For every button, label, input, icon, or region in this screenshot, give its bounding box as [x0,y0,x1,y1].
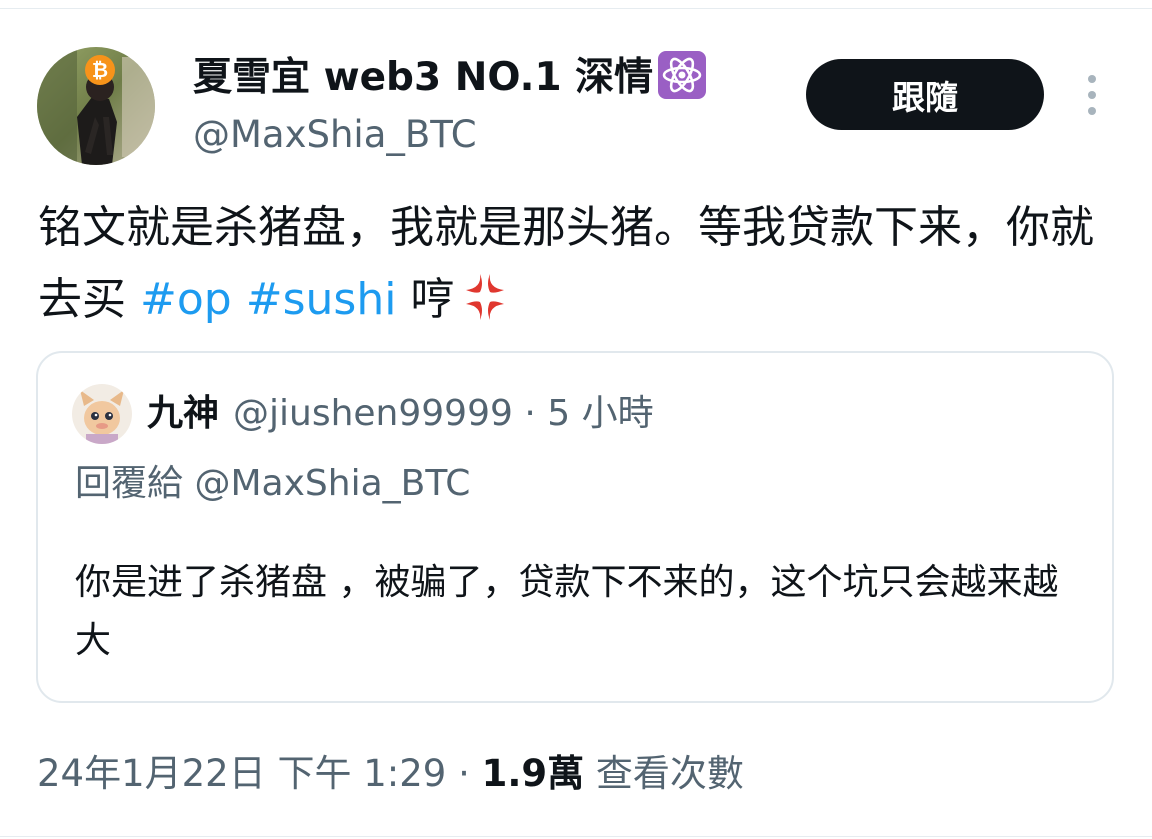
quoted-tweet-time[interactable]: 5 小時 [547,393,653,434]
reply-to-line: 回覆給 @MaxShia_BTC [75,458,470,510]
author-avatar[interactable]: ₿ [37,47,155,165]
dragon-avatar-icon [72,384,132,444]
tweet-timestamp[interactable]: 24年1月22日 下午 1:29 [37,752,446,795]
quoted-tweet-text: 你是进了杀猪盘 ，被骗了，贷款下不来的，这个坑只会越来越大 [75,562,1059,661]
tweet-text: 铭文就是杀猪盘，我就是那头猪。等我贷款下来，你就去买 #op #sushi 哼 [38,192,1128,336]
atom-symbol-icon [657,50,707,100]
follow-button[interactable]: 跟隨 [806,59,1044,130]
hashtag-sushi[interactable]: #sushi [246,274,397,325]
reply-to-handle[interactable]: @MaxShia_BTC [194,463,470,504]
meta-separator: · [458,752,470,795]
quoted-author-avatar[interactable] [72,384,132,444]
bitcoin-icon: ₿ [85,55,115,85]
quoted-tweet-header: 九神 @jiushen99999 · 5 小時 [147,388,654,440]
anger-symbol-icon [458,270,512,324]
author-name-text: 夏雪宜 web3 NO.1 深情 [193,55,654,100]
more-options-icon[interactable] [1076,73,1108,117]
quoted-separator: · [524,393,536,434]
quoted-author-handle[interactable]: @jiushen99999 [233,393,513,434]
tweet-meta: 24年1月22日 下午 1:29 · 1.9萬 查看次數 [37,748,744,800]
reply-to-label: 回覆給 [75,463,184,504]
tweet-text-end: 哼 [410,274,455,325]
bottom-divider [0,836,1152,837]
views-label: 查看次數 [595,752,744,795]
svg-text:₿: ₿ [92,58,108,82]
author-display-name[interactable]: 夏雪宜 web3 NO.1 深情 [193,50,707,106]
hashtag-op[interactable]: #op [140,274,232,325]
top-divider [0,8,1152,9]
author-handle[interactable]: @MaxShia_BTC [193,110,477,160]
views-count: 1.9萬 [481,752,585,795]
quoted-author-name[interactable]: 九神 [147,393,219,434]
